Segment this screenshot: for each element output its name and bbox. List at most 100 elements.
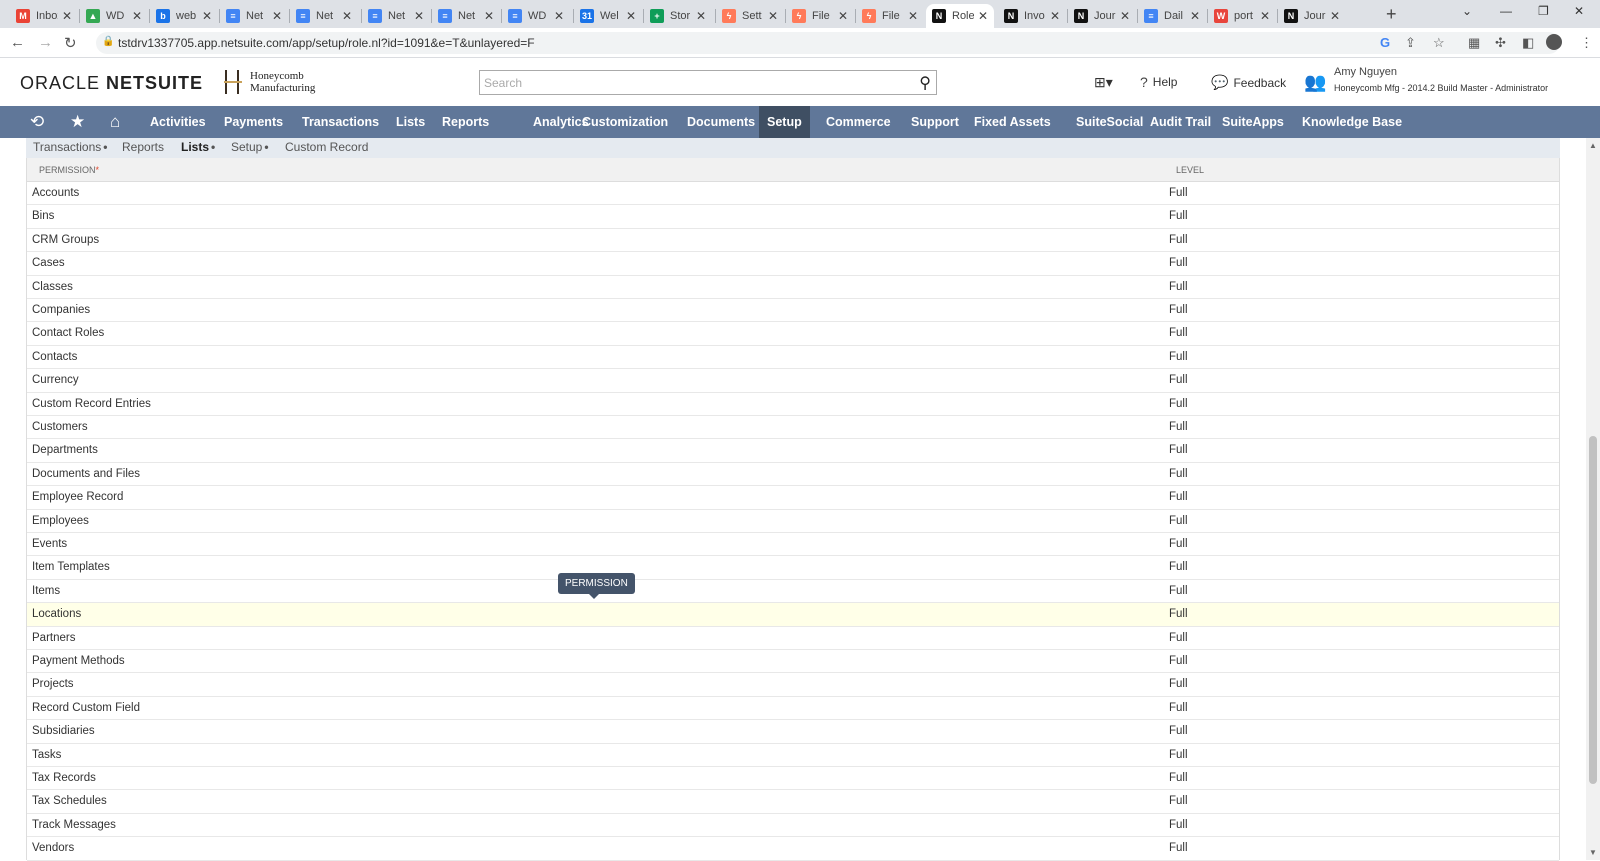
subtab-reports[interactable]: Reports	[122, 140, 166, 154]
subtab-lists[interactable]: Lists •	[181, 140, 215, 154]
close-window-icon[interactable]: ✕	[1574, 4, 1584, 18]
table-row[interactable]: Employees Full	[27, 510, 1559, 533]
browser-tab[interactable]: ≡ Net ✕	[220, 4, 288, 28]
new-tab-button[interactable]: +	[1386, 4, 1397, 25]
nav-item-reports[interactable]: Reports	[442, 106, 489, 138]
scroll-down-icon[interactable]: ▼	[1589, 848, 1597, 857]
close-tab-icon[interactable]: ✕	[484, 9, 494, 23]
browser-tab[interactable]: ϟ File ✕	[786, 4, 854, 28]
close-tab-icon[interactable]: ✕	[696, 9, 706, 23]
table-row[interactable]: Vendors Full	[27, 837, 1559, 861]
minimize-icon[interactable]: —	[1500, 4, 1512, 18]
forward-icon[interactable]: →	[38, 34, 53, 51]
close-tab-icon[interactable]: ✕	[626, 9, 636, 23]
google-icon[interactable]: G	[1380, 35, 1390, 50]
page-scrollbar[interactable]: ▲ ▼	[1586, 138, 1600, 860]
table-row[interactable]: Companies Full	[27, 299, 1559, 323]
nav-item-activities[interactable]: Activities	[150, 106, 206, 138]
browser-tab[interactable]: ϟ File ✕	[856, 4, 924, 28]
permission-column-header[interactable]: PERMISSION*	[39, 165, 99, 175]
oracle-netsuite-logo[interactable]: ORACLE NETSUITE	[20, 73, 203, 94]
table-row[interactable]: Currency Full	[27, 369, 1559, 393]
table-row[interactable]: Documents and Files Full	[27, 463, 1559, 487]
back-icon[interactable]: ←	[10, 34, 25, 51]
nav-item-fixed-assets[interactable]: Fixed Assets	[974, 106, 1051, 138]
close-tab-icon[interactable]: ✕	[202, 9, 212, 23]
browser-tab[interactable]: b web ✕	[150, 4, 218, 28]
close-tab-icon[interactable]: ✕	[978, 9, 988, 23]
table-row[interactable]: Departments Full	[27, 439, 1559, 463]
profile-avatar[interactable]	[1546, 34, 1562, 50]
global-search-input[interactable]: Search ⚲	[479, 70, 937, 95]
close-tab-icon[interactable]: ✕	[1260, 9, 1270, 23]
close-tab-icon[interactable]: ✕	[342, 9, 352, 23]
browser-tab[interactable]: N Jour ✕	[1068, 4, 1136, 28]
home-icon[interactable]: ⌂	[110, 112, 120, 132]
browser-tab[interactable]: ≡ Net ✕	[290, 4, 358, 28]
browser-tab[interactable]: Wport ✕	[1208, 4, 1276, 28]
table-row[interactable]: Projects Full	[27, 673, 1559, 697]
nav-item-documents[interactable]: Documents	[687, 106, 755, 138]
table-row[interactable]: Tax Records Full	[27, 767, 1559, 791]
table-row[interactable]: Employee Record Full	[27, 486, 1559, 510]
table-row[interactable]: Locations Full	[27, 603, 1559, 627]
table-row[interactable]: Contacts Full	[27, 346, 1559, 370]
scroll-up-icon[interactable]: ▲	[1589, 141, 1597, 150]
close-tab-icon[interactable]: ✕	[1330, 9, 1340, 23]
table-row[interactable]: Partners Full	[27, 627, 1559, 650]
browser-tab[interactable]: N Role ✕	[926, 4, 994, 28]
search-icon[interactable]: ⚲	[919, 73, 931, 93]
close-tab-icon[interactable]: ✕	[554, 9, 564, 23]
nav-item-commerce[interactable]: Commerce	[826, 106, 891, 138]
browser-tab[interactable]: ▲ WD ✕	[80, 4, 148, 28]
table-row[interactable]: Record Custom Field Full	[27, 697, 1559, 721]
level-column-header[interactable]: LEVEL	[1176, 165, 1204, 175]
table-row[interactable]: Items Full	[27, 580, 1559, 604]
url-field[interactable]: 🔒 tstdrv1337705.app.netsuite.com/app/set…	[96, 32, 1560, 54]
nav-item-transactions[interactable]: Transactions	[302, 106, 379, 138]
nav-item-suiteapps[interactable]: SuiteApps	[1222, 106, 1284, 138]
table-row[interactable]: Subsidiaries Full	[27, 720, 1559, 744]
table-row[interactable]: Track Messages Full	[27, 814, 1559, 838]
close-tab-icon[interactable]: ✕	[908, 9, 918, 23]
browser-tab[interactable]: M Inbox ✕	[10, 4, 78, 28]
table-row[interactable]: Contact Roles Full	[27, 322, 1559, 346]
nav-item-audit-trail[interactable]: Audit Trail	[1150, 106, 1211, 138]
table-row[interactable]: Classes Full	[27, 276, 1559, 299]
browser-tab[interactable]: N Jour ✕	[1278, 4, 1346, 28]
help-link[interactable]: ? Help	[1140, 74, 1177, 90]
recent-records-icon[interactable]: ⟲	[30, 112, 44, 132]
share-icon[interactable]: ⇪	[1405, 35, 1416, 51]
table-row[interactable]: Events Full	[27, 533, 1559, 557]
close-tab-icon[interactable]: ✕	[1050, 9, 1060, 23]
puzzle-icon[interactable]: ✣	[1495, 35, 1506, 51]
nav-item-analytics[interactable]: Analytics	[533, 106, 589, 138]
close-tab-icon[interactable]: ✕	[62, 9, 72, 23]
subtab-setup[interactable]: Setup •	[231, 140, 269, 154]
create-new-icon[interactable]: ⊞▾	[1094, 74, 1113, 91]
close-tab-icon[interactable]: ✕	[838, 9, 848, 23]
close-tab-icon[interactable]: ✕	[1190, 9, 1200, 23]
feedback-link[interactable]: 💬 Feedback	[1211, 74, 1286, 91]
nav-item-suitesocial[interactable]: SuiteSocial	[1076, 106, 1143, 138]
nav-item-payments[interactable]: Payments	[224, 106, 283, 138]
table-row[interactable]: Tasks Full	[27, 744, 1559, 767]
close-tab-icon[interactable]: ✕	[132, 9, 142, 23]
table-row[interactable]: Custom Record Entries Full	[27, 393, 1559, 416]
close-tab-icon[interactable]: ✕	[1120, 9, 1130, 23]
browser-tab[interactable]: ≡ Dail ✕	[1138, 4, 1206, 28]
table-row[interactable]: Item Templates Full	[27, 556, 1559, 580]
table-row[interactable]: Bins Full	[27, 205, 1559, 229]
browser-tab[interactable]: ≡ Net ✕	[362, 4, 430, 28]
table-row[interactable]: Payment Methods Full	[27, 650, 1559, 674]
browser-tab[interactable]: 31 Wel ✕	[574, 4, 642, 28]
bookmark-star-icon[interactable]: ☆	[1433, 35, 1445, 51]
browser-tab[interactable]: N Invo ✕	[998, 4, 1066, 28]
close-tab-icon[interactable]: ✕	[272, 9, 282, 23]
table-row[interactable]: Tax Schedules Full	[27, 790, 1559, 814]
table-row[interactable]: Customers Full	[27, 416, 1559, 440]
nav-item-knowledge-base[interactable]: Knowledge Base	[1302, 106, 1402, 138]
table-row[interactable]: Accounts Full	[27, 182, 1559, 206]
scrollbar-thumb[interactable]	[1589, 436, 1597, 784]
browser-tab[interactable]: ≡ Net ✕	[432, 4, 500, 28]
